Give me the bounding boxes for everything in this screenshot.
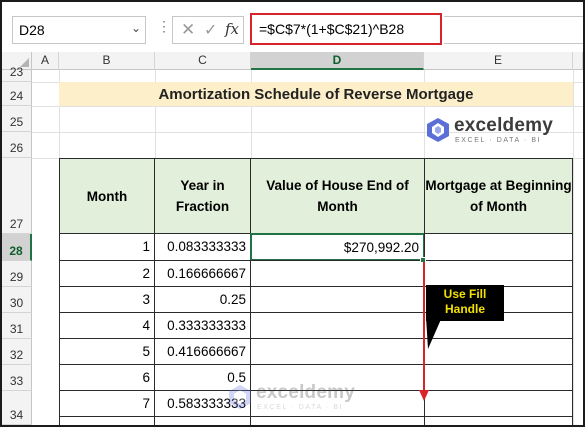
logo-icon xyxy=(427,118,449,142)
column-header-e[interactable]: E xyxy=(424,52,573,70)
cell-c28[interactable]: 0.083333333 xyxy=(154,233,251,261)
watermark-tagline: EXCEL · DATA · BI xyxy=(257,404,344,411)
row-header-34[interactable]: 34 xyxy=(2,391,32,425)
cell-d31[interactable] xyxy=(250,312,425,339)
sheet-title-band[interactable]: Amortization Schedule of Reverse Mortgag… xyxy=(59,82,573,106)
insert-function-icon[interactable]: fx xyxy=(225,20,239,38)
row-header-31[interactable]: 31 xyxy=(2,313,32,339)
row-header-26[interactable]: 26 xyxy=(2,132,32,158)
header-year-fraction[interactable]: Year in Fraction xyxy=(154,158,251,234)
more-options-icon[interactable]: ⋮ xyxy=(157,18,171,35)
header-house-value[interactable]: Value of House End of Month xyxy=(250,158,425,234)
row-header-24[interactable]: 24 xyxy=(2,82,32,106)
cell-b30[interactable]: 3 xyxy=(59,286,155,313)
chevron-down-icon[interactable]: ⌄ xyxy=(131,21,141,35)
formula-input[interactable]: =$C$7*(1+$C$21)^B28 xyxy=(250,13,442,45)
callout-pointer xyxy=(426,317,442,349)
formula-buttons: ✕ ✓ fx xyxy=(172,16,244,44)
formula-input-extension[interactable] xyxy=(444,16,583,44)
cell-c30[interactable]: 0.25 xyxy=(154,286,251,313)
cell-c31[interactable]: 0.333333333 xyxy=(154,312,251,339)
cell-b29[interactable]: 2 xyxy=(59,260,155,287)
name-box-value: D28 xyxy=(19,22,45,38)
sheet-title: Amortization Schedule of Reverse Mortgag… xyxy=(158,86,474,103)
logo-name: exceldemy xyxy=(454,115,553,136)
cell-b28[interactable]: 1 xyxy=(59,233,155,261)
cell-d32[interactable] xyxy=(250,338,425,365)
cell-e35[interactable] xyxy=(424,416,573,425)
column-header-d[interactable]: D xyxy=(251,52,424,70)
logo-icon xyxy=(229,385,251,409)
formula-bar-row: D28 ⌄ ⋮ ✕ ✓ fx =$C$7*(1+$C$21)^B28 xyxy=(2,2,583,52)
row-header-32[interactable]: 32 xyxy=(2,339,32,365)
name-box[interactable]: D28 ⌄ xyxy=(12,16,146,44)
cell-e34[interactable] xyxy=(424,390,573,417)
cell-e29[interactable] xyxy=(424,260,573,287)
watermark-name: exceldemy xyxy=(256,382,355,403)
cell-c29[interactable]: 0.166666667 xyxy=(154,260,251,287)
column-header-a[interactable]: A xyxy=(32,52,59,70)
cell-e28[interactable] xyxy=(424,233,573,261)
formula-text: =$C$7*(1+$C$21)^B28 xyxy=(259,21,405,37)
close-icon[interactable]: ✕ xyxy=(181,20,195,40)
cell-d28[interactable]: $270,992.20 xyxy=(250,233,425,261)
cell-e33[interactable] xyxy=(424,364,573,391)
column-header-f[interactable] xyxy=(573,52,583,70)
header-mortgage-begin[interactable]: Mortgage at Beginning of Month xyxy=(424,158,573,234)
check-icon[interactable]: ✓ xyxy=(204,20,217,40)
gridline xyxy=(32,106,583,107)
cell-b35[interactable] xyxy=(59,416,155,425)
cell-d29[interactable] xyxy=(250,260,425,287)
row-header-25[interactable]: 25 xyxy=(2,106,32,132)
row-header-33[interactable]: 33 xyxy=(2,365,32,391)
exceldemy-watermark: exceldemy EXCEL · DATA · BI xyxy=(228,382,378,418)
cell-b31[interactable]: 4 xyxy=(59,312,155,339)
row-header-28[interactable]: 28 xyxy=(2,234,32,261)
cell-b34[interactable]: 7 xyxy=(59,390,155,417)
cell-b33[interactable]: 6 xyxy=(59,364,155,391)
fill-handle-callout: Use Fill Handle xyxy=(426,285,504,321)
column-header-b[interactable]: B xyxy=(59,52,155,70)
exceldemy-logo: exceldemy EXCEL · DATA · BI xyxy=(426,115,576,151)
callout-text: Use Fill Handle xyxy=(443,287,487,316)
column-header-c[interactable]: C xyxy=(155,52,251,70)
row-header-29[interactable]: 29 xyxy=(2,261,32,287)
cell-c32[interactable]: 0.416666667 xyxy=(154,338,251,365)
cell-b32[interactable]: 5 xyxy=(59,338,155,365)
row-header-23[interactable]: 23 xyxy=(2,65,32,82)
logo-tagline: EXCEL · DATA · BI xyxy=(455,137,542,144)
row-header-27[interactable]: 27 xyxy=(2,158,32,234)
row-header-30[interactable]: 30 xyxy=(2,287,32,313)
cell-d30[interactable] xyxy=(250,286,425,313)
header-month[interactable]: Month xyxy=(59,158,155,234)
spreadsheet-window: D28 ⌄ ⋮ ✕ ✓ fx =$C$7*(1+$C$21)^B28 A B C… xyxy=(0,0,585,427)
